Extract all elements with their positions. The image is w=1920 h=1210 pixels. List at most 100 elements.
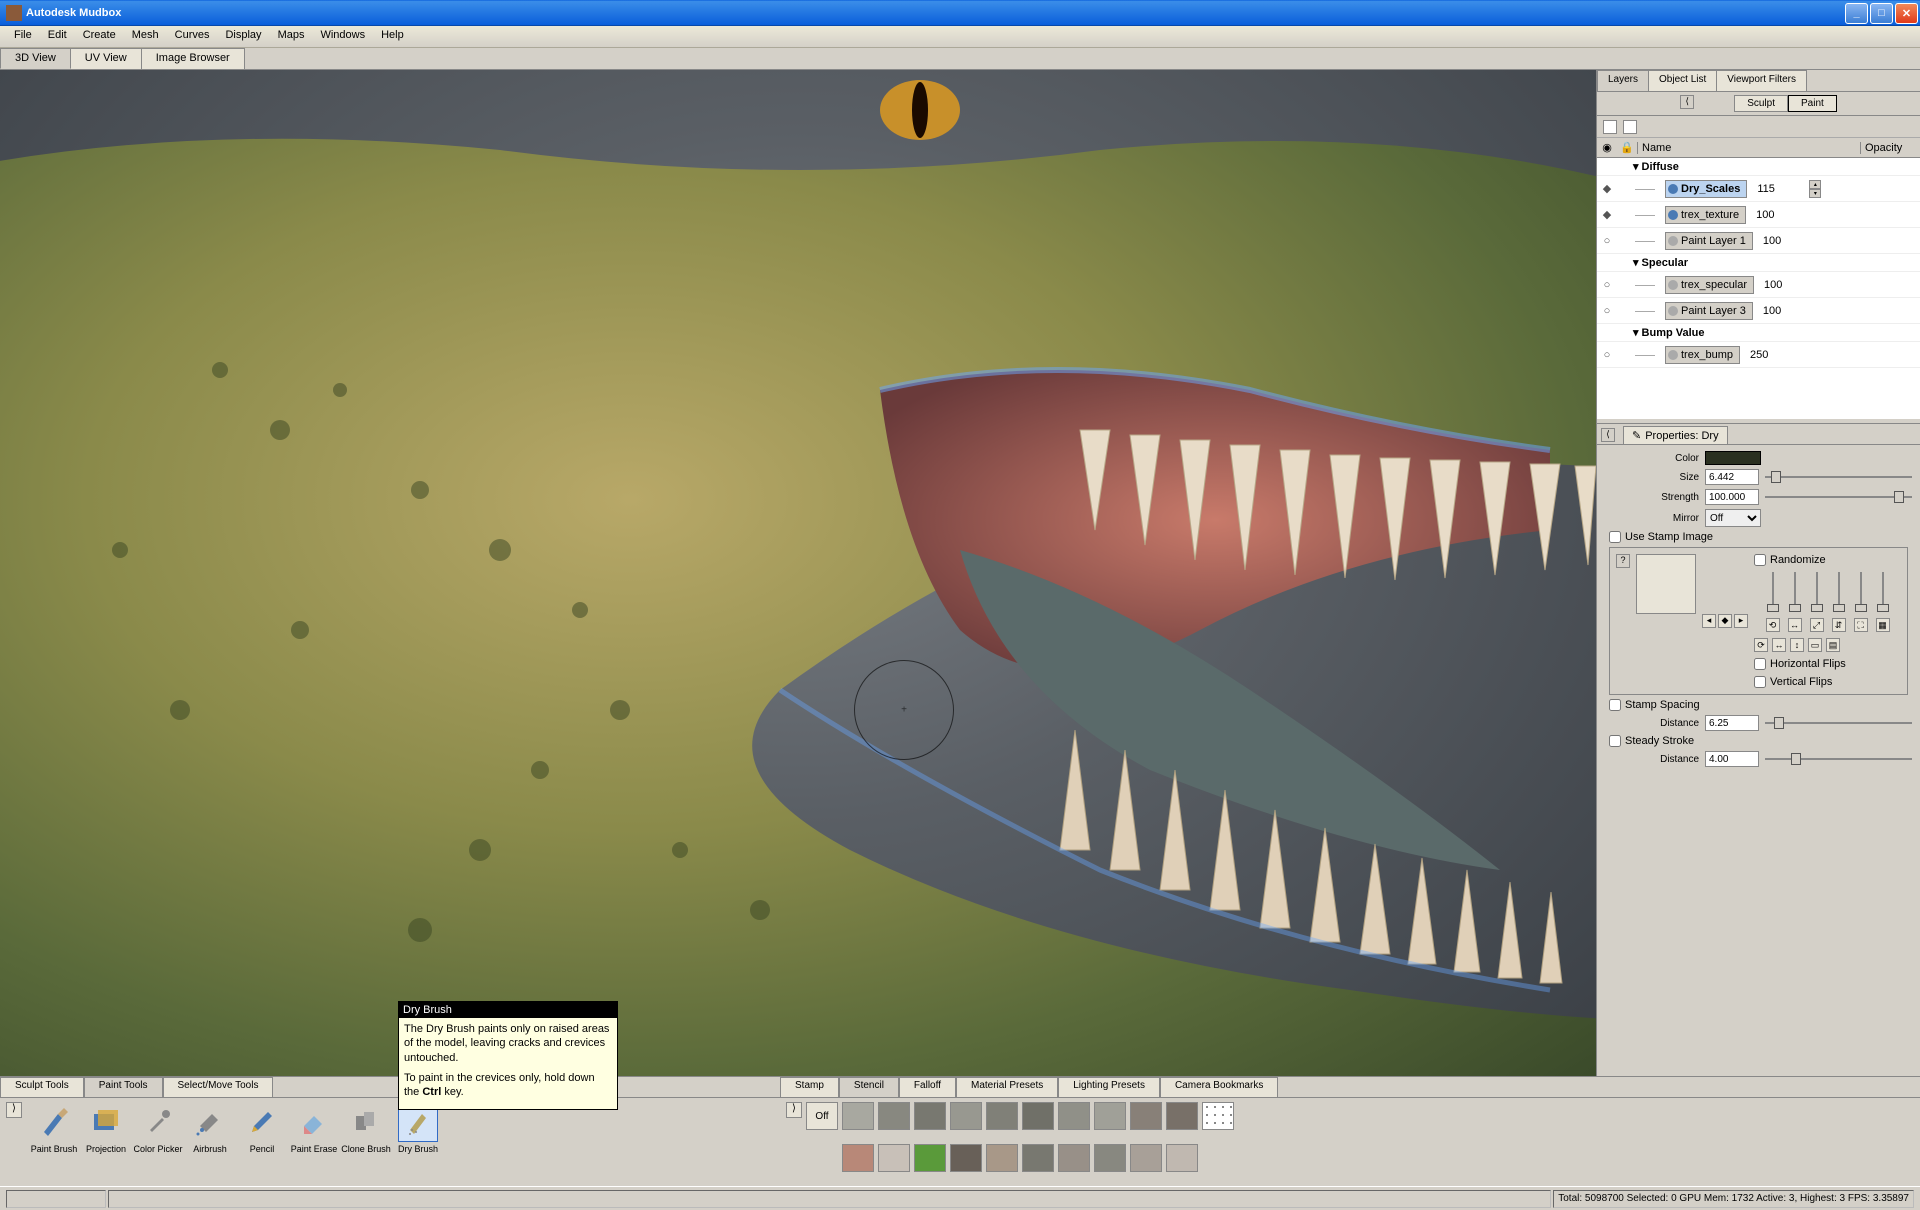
flip-v-icon[interactable]: ↕ [1790, 638, 1804, 652]
stencil-swatch[interactable] [950, 1144, 982, 1172]
opacity-spinner[interactable]: ▴▾ [1809, 180, 1821, 198]
tool-pencil[interactable]: Pencil [236, 1102, 288, 1154]
move-icon[interactable]: ↔ [1788, 618, 1802, 632]
vflip-checkbox[interactable]: Vertical Flips [1754, 676, 1901, 688]
visibility-toggle[interactable]: ○ [1597, 349, 1617, 361]
menu-file[interactable]: File [6, 26, 40, 47]
col-opacity[interactable]: Opacity [1860, 142, 1920, 154]
tab-select-move-tools[interactable]: Select/Move Tools [163, 1077, 274, 1097]
stencil-swatch[interactable] [986, 1102, 1018, 1130]
strength-input[interactable] [1705, 489, 1759, 505]
stencil-swatch[interactable] [878, 1102, 910, 1130]
stencil-swatch[interactable] [1202, 1102, 1234, 1130]
reset-icon[interactable]: ⟳ [1754, 638, 1768, 652]
delete-layer-button[interactable] [1623, 120, 1637, 134]
collapse-icon[interactable]: ⟨ [1601, 428, 1615, 442]
steady-distance-input[interactable] [1705, 751, 1759, 767]
size-input[interactable] [1705, 469, 1759, 485]
layer-row[interactable]: ○ Paint Layer 3 100 [1597, 298, 1920, 324]
strength-slider[interactable] [1765, 490, 1912, 504]
new-layer-button[interactable] [1603, 120, 1617, 134]
menu-mesh[interactable]: Mesh [124, 26, 167, 47]
stamp-center-button[interactable]: ◆ [1718, 614, 1732, 628]
visibility-toggle[interactable]: ○ [1597, 235, 1617, 247]
tool-color-picker[interactable]: Color Picker [132, 1102, 184, 1154]
stamp-next-button[interactable]: ▸ [1734, 614, 1748, 628]
menu-maps[interactable]: Maps [270, 26, 313, 47]
stamp-vslider[interactable] [1832, 572, 1846, 612]
layer-row[interactable]: ◆ Dry_Scales 115 ▴▾ [1597, 176, 1920, 202]
menu-display[interactable]: Display [217, 26, 269, 47]
stamp-spacing-checkbox[interactable]: Stamp Spacing [1609, 699, 1912, 711]
hflip-checkbox[interactable]: Horizontal Flips [1754, 658, 1901, 670]
tab-uv-view[interactable]: UV View [70, 48, 142, 69]
sculpt-mode-button[interactable]: Sculpt [1734, 95, 1788, 112]
tool-paint-brush[interactable]: Paint Brush [28, 1102, 80, 1154]
mirror-select[interactable]: Off [1705, 509, 1761, 527]
stamp-vslider[interactable] [1876, 572, 1890, 612]
stamp-vslider[interactable] [1766, 572, 1780, 612]
spacing-distance-slider[interactable] [1765, 716, 1912, 730]
link-icon[interactable]: ⇵ [1832, 618, 1846, 632]
stamp-vslider[interactable] [1810, 572, 1824, 612]
tile-icon[interactable]: ▭ [1808, 638, 1822, 652]
stencil-swatch[interactable] [1166, 1144, 1198, 1172]
stencil-swatch[interactable] [914, 1144, 946, 1172]
rotate-icon[interactable]: ⟲ [1766, 618, 1780, 632]
tab-paint-tools[interactable]: Paint Tools [84, 1077, 163, 1097]
stencil-swatch[interactable] [1022, 1144, 1054, 1172]
close-button[interactable]: ✕ [1895, 3, 1918, 24]
color-swatch[interactable] [1705, 451, 1761, 465]
grid-icon[interactable]: ▦ [1876, 618, 1890, 632]
tab-stamp[interactable]: Stamp [780, 1077, 839, 1097]
menu-help[interactable]: Help [373, 26, 412, 47]
tab-stencil[interactable]: Stencil [839, 1077, 899, 1097]
layer-row[interactable]: ○ trex_specular 100 [1597, 272, 1920, 298]
stencil-swatch[interactable] [1022, 1102, 1054, 1130]
spacing-distance-input[interactable] [1705, 715, 1759, 731]
more-icon[interactable]: ▤ [1826, 638, 1840, 652]
layer-group-specular[interactable]: ▾Specular [1597, 254, 1920, 272]
expand-icon[interactable]: ⛶ [1854, 618, 1868, 632]
col-name[interactable]: Name [1637, 142, 1860, 154]
tab-viewport-filters[interactable]: Viewport Filters [1716, 70, 1807, 91]
tab-material-presets[interactable]: Material Presets [956, 1077, 1058, 1097]
collapse-icon[interactable]: ⟨ [1680, 95, 1694, 109]
tab-sculpt-tools[interactable]: Sculpt Tools [0, 1077, 84, 1097]
tab-camera-bookmarks[interactable]: Camera Bookmarks [1160, 1077, 1278, 1097]
visibility-toggle[interactable]: ○ [1597, 305, 1617, 317]
layer-row[interactable]: ○ trex_bump 250 [1597, 342, 1920, 368]
menu-edit[interactable]: Edit [40, 26, 75, 47]
menu-curves[interactable]: Curves [167, 26, 218, 47]
visibility-toggle[interactable]: ◆ [1597, 208, 1617, 221]
tab-lighting-presets[interactable]: Lighting Presets [1058, 1077, 1160, 1097]
tab-layers[interactable]: Layers [1597, 70, 1649, 91]
visibility-toggle[interactable]: ○ [1597, 279, 1617, 291]
tab-object-list[interactable]: Object List [1648, 70, 1717, 91]
scale-icon[interactable]: ⤢ [1810, 618, 1824, 632]
stamp-browse-button[interactable]: ? [1616, 554, 1630, 568]
visibility-toggle[interactable]: ◆ [1597, 182, 1617, 195]
flip-h-icon[interactable]: ↔ [1772, 638, 1786, 652]
menu-windows[interactable]: Windows [312, 26, 373, 47]
paint-mode-button[interactable]: Paint [1788, 95, 1837, 112]
expand-tray-button[interactable]: ⟩ [6, 1102, 22, 1118]
stencil-swatch[interactable] [950, 1102, 982, 1130]
stencil-swatch[interactable] [986, 1144, 1018, 1172]
stencil-swatch[interactable] [842, 1102, 874, 1130]
stencil-swatch[interactable] [1058, 1102, 1090, 1130]
layer-row[interactable]: ◆ trex_texture 100 [1597, 202, 1920, 228]
stamp-vslider[interactable] [1854, 572, 1868, 612]
tool-paint-erase[interactable]: Paint Erase [288, 1102, 340, 1154]
stencil-swatch[interactable] [1094, 1144, 1126, 1172]
stencil-swatch[interactable] [842, 1144, 874, 1172]
tab-image-browser[interactable]: Image Browser [141, 48, 245, 69]
stencil-swatch[interactable] [1130, 1144, 1162, 1172]
steady-distance-slider[interactable] [1765, 752, 1912, 766]
use-stamp-checkbox[interactable]: Use Stamp Image [1609, 531, 1912, 543]
stencil-swatch[interactable] [1166, 1102, 1198, 1130]
stencil-swatch[interactable] [914, 1102, 946, 1130]
stamp-preview[interactable] [1636, 554, 1696, 614]
stencil-swatch[interactable] [878, 1144, 910, 1172]
size-slider[interactable] [1765, 470, 1912, 484]
